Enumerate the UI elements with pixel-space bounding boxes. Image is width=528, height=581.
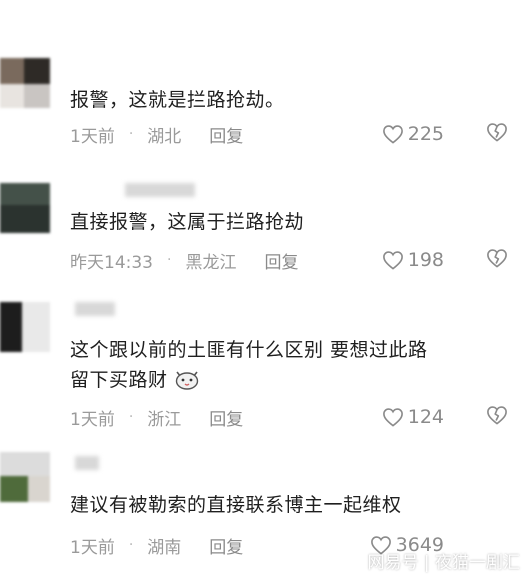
comment-time: 昨天14:33 <box>70 252 153 273</box>
comment-time: 1天前 <box>70 409 115 430</box>
avatar[interactable] <box>0 58 50 108</box>
comment-meta: 昨天14:33 · 黑龙江 回复 198 <box>70 245 518 275</box>
separator-dot: · <box>128 126 134 142</box>
blurred-username <box>75 302 115 316</box>
avatar[interactable] <box>0 183 50 233</box>
reply-button[interactable]: 回复 <box>209 405 243 430</box>
comment-meta: 1天前 · 湖北 回复 225 <box>70 119 518 149</box>
cat-face-emoji-icon <box>175 371 198 390</box>
like-button[interactable]: 124 <box>382 406 444 428</box>
comment-time: 1天前 <box>70 537 115 558</box>
like-count: 225 <box>407 123 444 145</box>
reply-button[interactable]: 回复 <box>209 122 243 147</box>
reply-button[interactable]: 回复 <box>209 533 243 558</box>
like-count: 124 <box>407 406 444 428</box>
like-button[interactable]: 225 <box>382 123 444 145</box>
comment-location: 湖北 <box>147 126 182 147</box>
comment-location: 浙江 <box>147 409 182 430</box>
comment-text: 报警，这就是拦路抢劫。 <box>70 89 285 111</box>
broken-heart-icon <box>487 248 507 267</box>
comment-text: 建议有被勒索的直接联系博主一起维权 <box>70 494 402 516</box>
comment-location: 黑龙江 <box>185 252 237 273</box>
like-button[interactable]: 198 <box>382 249 444 271</box>
dislike-button[interactable] <box>486 248 508 273</box>
heart-icon <box>382 125 403 144</box>
avatar[interactable] <box>0 302 50 352</box>
comment-item: 报警，这就是拦路抢劫。 1天前 · 湖北 回复 225 <box>0 55 528 155</box>
comment-item: 建议有被勒索的直接联系博主一起维权 1天前 · 湖南 回复 3649 <box>0 450 528 560</box>
blurred-username <box>125 183 195 197</box>
comment-location: 湖南 <box>147 537 182 558</box>
dislike-button[interactable] <box>486 122 508 147</box>
separator-dot: · <box>167 252 172 268</box>
separator-dot: · <box>128 537 134 553</box>
separator-dot: · <box>128 409 134 425</box>
blurred-username <box>75 456 99 470</box>
like-count: 198 <box>407 249 444 271</box>
previous-comment-strip <box>0 0 528 22</box>
comment-text-line: 留下买路财 <box>70 365 514 395</box>
comment-text: 这个跟以前的土匪有什么区别 要想过此路 留下买路财 <box>70 335 514 395</box>
watermark: 网易号 | 夜猫一剧汇 <box>367 553 520 573</box>
broken-heart-icon <box>487 405 507 424</box>
comment-item: 直接报警，这属于拦路抢劫 昨天14:33 · 黑龙江 回复 198 <box>0 175 528 285</box>
comment-text: 直接报警，这属于拦路抢劫 <box>70 211 305 233</box>
reply-button[interactable]: 回复 <box>264 248 298 273</box>
comment-meta: 1天前 · 浙江 回复 124 <box>70 402 518 432</box>
comment-item: 这个跟以前的土匪有什么区别 要想过此路 留下买路财 1天前 · 浙江 回复 12… <box>0 300 528 440</box>
heart-icon <box>382 408 403 427</box>
heart-icon <box>382 251 403 270</box>
dislike-button[interactable] <box>486 405 508 430</box>
broken-heart-icon <box>487 122 507 141</box>
avatar[interactable] <box>0 452 50 502</box>
comment-text-line: 这个跟以前的土匪有什么区别 要想过此路 <box>70 339 428 361</box>
comment-time: 1天前 <box>70 126 115 147</box>
